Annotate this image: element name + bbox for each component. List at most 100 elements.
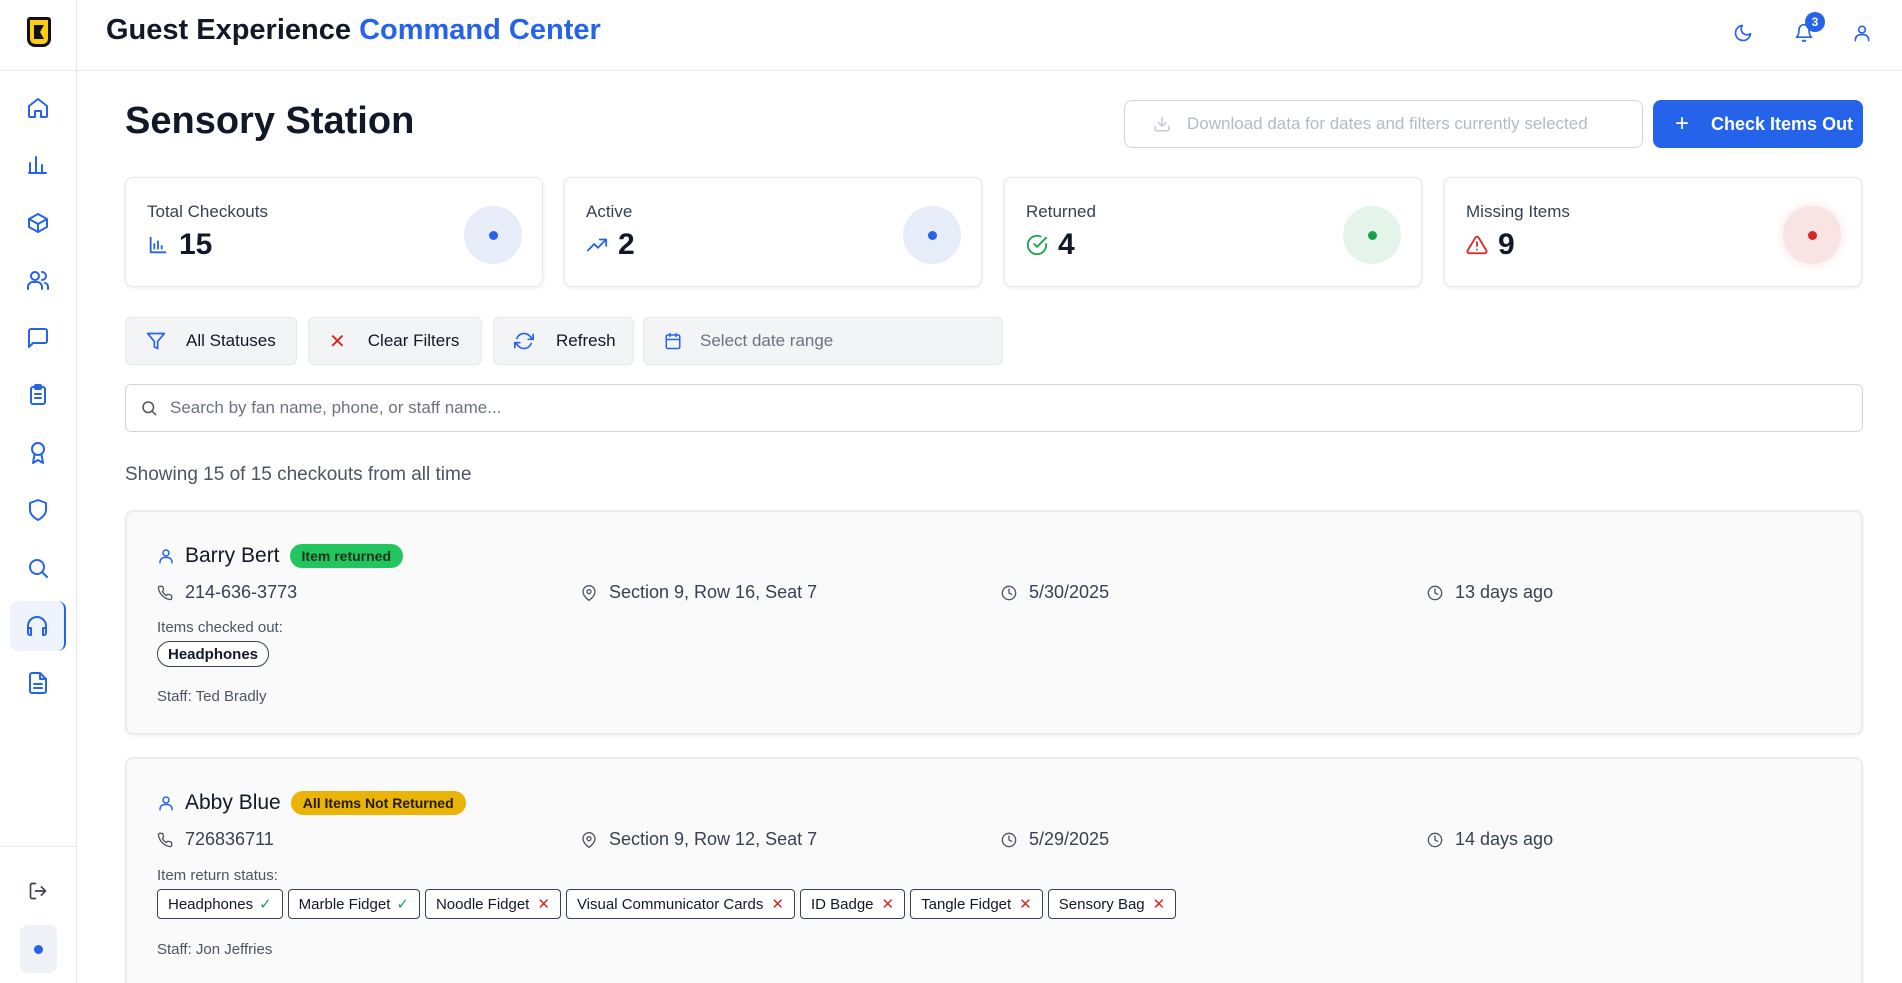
items-label: Item return status: bbox=[157, 867, 278, 884]
checkout-card[interactable]: Abby Blue All Items Not Returned 7268367… bbox=[125, 757, 1863, 983]
stat-card-total-checkouts: Total Checkouts 15 bbox=[125, 177, 543, 287]
status-badge: Item returned bbox=[289, 544, 403, 568]
stat-card-active: Active 2 bbox=[564, 177, 982, 287]
user-avatar[interactable] bbox=[20, 925, 57, 973]
status-filter-button[interactable]: All Statuses bbox=[125, 317, 297, 365]
date-range-picker[interactable]: Select date range bbox=[643, 317, 1003, 365]
filter-icon bbox=[146, 332, 166, 350]
clock-icon bbox=[1001, 585, 1017, 600]
item-tag: Sensory Bag ✕ bbox=[1047, 889, 1177, 919]
stat-indicator bbox=[464, 206, 522, 264]
trending-up-icon bbox=[586, 238, 608, 252]
stat-indicator bbox=[1343, 206, 1401, 264]
check-items-out-button[interactable]: + Check Items Out bbox=[1653, 100, 1863, 148]
sidebar-item-security[interactable] bbox=[10, 485, 66, 535]
moon-icon bbox=[1734, 24, 1752, 42]
check-circle-icon bbox=[1026, 234, 1048, 256]
staff-name: Staff: Ted Bradly bbox=[157, 688, 267, 705]
sidebar-item-tasks[interactable] bbox=[10, 370, 66, 420]
time-ago: 13 days ago bbox=[1427, 582, 1553, 603]
clock-icon bbox=[1427, 585, 1443, 600]
stat-indicator bbox=[903, 206, 961, 264]
item-tag: Marble Fidget ✓ bbox=[287, 889, 420, 919]
bar-chart-icon bbox=[149, 236, 167, 254]
sidebar-divider bbox=[0, 70, 77, 71]
items-label: Items checked out: bbox=[157, 619, 283, 636]
notification-badge: 3 bbox=[1805, 12, 1825, 32]
seat-location: Section 9, Row 12, Seat 7 bbox=[581, 829, 817, 850]
checkout-card[interactable]: Barry Bert Item returned 214-636-3773 Se… bbox=[125, 510, 1863, 735]
refresh-button[interactable]: Refresh bbox=[493, 317, 634, 365]
checkout-date: 5/30/2025 bbox=[1001, 582, 1109, 603]
bar-chart-icon bbox=[28, 156, 47, 174]
phone-icon bbox=[157, 585, 173, 600]
phone-icon bbox=[157, 832, 173, 847]
clear-filters-button[interactable]: ✕ Clear Filters bbox=[308, 317, 482, 365]
phone: 214-636-3773 bbox=[157, 582, 297, 603]
status-badge: All Items Not Returned bbox=[290, 791, 466, 815]
home-icon bbox=[28, 98, 48, 118]
clock-icon bbox=[1427, 832, 1443, 847]
sidebar-item-search[interactable] bbox=[10, 543, 66, 593]
profile-button[interactable] bbox=[1847, 18, 1877, 48]
sidebar-item-reports[interactable] bbox=[10, 658, 66, 708]
logout-icon bbox=[29, 882, 47, 900]
item-tag: Visual Communicator Cards ✕ bbox=[565, 889, 795, 919]
sidebar-item-messages[interactable] bbox=[10, 313, 66, 363]
x-icon: ✕ bbox=[881, 896, 895, 913]
file-icon bbox=[29, 672, 47, 694]
fan-name: Abby Blue bbox=[185, 791, 281, 814]
headphones-icon bbox=[27, 616, 47, 636]
plus-icon: + bbox=[1675, 110, 1690, 137]
notifications-button[interactable]: 3 bbox=[1789, 12, 1825, 48]
sidebar-bottom-divider bbox=[0, 846, 77, 847]
item-tag: Noodle Fidget ✕ bbox=[424, 889, 561, 919]
fan-name: Barry Bert bbox=[185, 544, 280, 567]
sidebar-item-home[interactable] bbox=[10, 83, 66, 133]
box-icon bbox=[28, 213, 48, 233]
app-title: Guest Experience Command Center bbox=[106, 14, 601, 46]
user-icon bbox=[159, 549, 173, 564]
clock-icon bbox=[1001, 832, 1017, 847]
award-icon bbox=[31, 442, 45, 464]
message-icon bbox=[28, 328, 48, 348]
clipboard-icon bbox=[30, 384, 46, 405]
x-icon: ✕ bbox=[1152, 896, 1166, 913]
time-ago: 14 days ago bbox=[1427, 829, 1553, 850]
theme-toggle-button[interactable] bbox=[1728, 18, 1758, 48]
search-input[interactable]: Search by fan name, phone, or staff name… bbox=[125, 384, 1863, 432]
checkout-date: 5/29/2025 bbox=[1001, 829, 1109, 850]
x-icon: ✕ bbox=[1019, 896, 1032, 913]
item-tag: Tangle Fidget ✕ bbox=[910, 889, 1043, 919]
user-icon bbox=[159, 796, 173, 811]
sidebar-item-sensory-station[interactable] bbox=[10, 601, 66, 651]
stat-indicator bbox=[1783, 206, 1841, 264]
phone: 726836711 bbox=[157, 829, 274, 850]
staff-name: Staff: Jon Jeffries bbox=[157, 941, 273, 958]
download-data-button[interactable]: Download data for dates and filters curr… bbox=[1124, 100, 1643, 148]
check-icon: ✓ bbox=[396, 896, 409, 913]
calendar-icon bbox=[665, 332, 681, 350]
stat-card-returned: Returned 4 bbox=[1004, 177, 1422, 287]
warning-icon bbox=[1466, 235, 1488, 255]
refresh-icon bbox=[514, 332, 534, 350]
top-header: Guest Experience Command Center 3 bbox=[77, 0, 1902, 71]
search-icon bbox=[29, 559, 48, 578]
sidebar-item-inventory[interactable] bbox=[10, 198, 66, 248]
user-icon bbox=[1854, 25, 1870, 42]
download-icon bbox=[1154, 116, 1170, 132]
search-icon bbox=[142, 401, 157, 416]
x-icon: ✕ bbox=[771, 896, 784, 913]
item-tag: ID Badge ✕ bbox=[799, 889, 906, 919]
logout-button[interactable] bbox=[10, 866, 66, 916]
sidebar-item-awards[interactable] bbox=[10, 428, 66, 478]
check-icon: ✓ bbox=[259, 896, 272, 913]
stat-card-missing-items: Missing Items 9 bbox=[1444, 177, 1862, 287]
item-tag: Headphones bbox=[157, 641, 270, 667]
x-icon: ✕ bbox=[537, 896, 550, 913]
app-logo[interactable] bbox=[22, 14, 56, 50]
sidebar-item-analytics[interactable] bbox=[10, 140, 66, 190]
seat-location: Section 9, Row 16, Seat 7 bbox=[581, 582, 817, 603]
sidebar-item-users[interactable] bbox=[10, 255, 66, 305]
map-pin-icon bbox=[582, 831, 596, 848]
